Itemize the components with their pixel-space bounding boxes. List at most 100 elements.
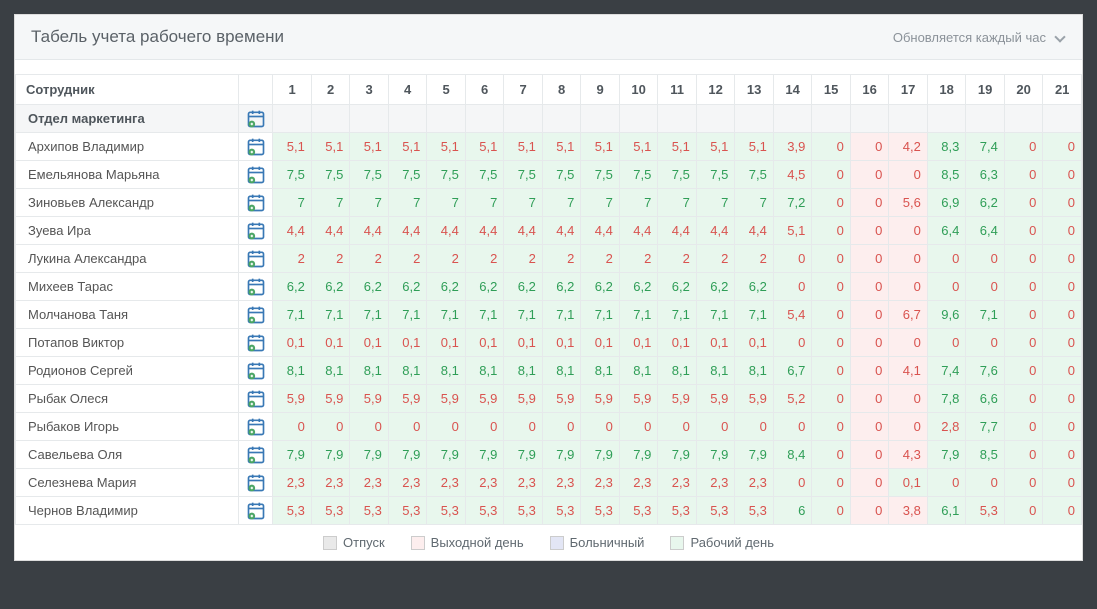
hours-cell[interactable]: 0 [1043, 497, 1082, 525]
col-day-4[interactable]: 4 [388, 75, 427, 105]
employee-calendar-button[interactable] [238, 497, 272, 525]
hours-cell[interactable]: 0 [773, 245, 812, 273]
hours-cell[interactable]: 6,7 [889, 301, 928, 329]
hours-cell[interactable]: 7,5 [427, 161, 466, 189]
hours-cell[interactable]: 5,3 [273, 497, 312, 525]
hours-cell[interactable]: 8,3 [927, 133, 966, 161]
hours-cell[interactable]: 4,4 [388, 217, 427, 245]
hours-cell[interactable]: 2,3 [273, 469, 312, 497]
hours-cell[interactable]: 9,6 [927, 301, 966, 329]
hours-cell[interactable]: 8,1 [350, 357, 389, 385]
hours-cell[interactable]: 0 [1043, 441, 1082, 469]
employee-name[interactable]: Рыбаков Игорь [16, 413, 239, 441]
hours-cell[interactable]: 7 [427, 189, 466, 217]
col-day-8[interactable]: 8 [542, 75, 581, 105]
hours-cell[interactable]: 7,9 [542, 441, 581, 469]
hours-cell[interactable]: 0 [465, 413, 504, 441]
hours-cell[interactable]: 4,3 [889, 441, 928, 469]
hours-cell[interactable]: 7,1 [696, 301, 735, 329]
hours-cell[interactable]: 0 [1004, 273, 1043, 301]
hours-cell[interactable]: 2,3 [427, 469, 466, 497]
hours-cell[interactable]: 5,1 [619, 133, 658, 161]
employee-name[interactable]: Потапов Виктор [16, 329, 239, 357]
hours-cell[interactable]: 5,1 [311, 133, 350, 161]
hours-cell[interactable]: 2,3 [542, 469, 581, 497]
hours-cell[interactable]: 0 [1043, 245, 1082, 273]
employee-calendar-button[interactable] [238, 357, 272, 385]
hours-cell[interactable]: 5,9 [619, 385, 658, 413]
hours-cell[interactable]: 7 [619, 189, 658, 217]
hours-cell[interactable]: 5,1 [542, 133, 581, 161]
hours-cell[interactable]: 2 [388, 245, 427, 273]
hours-cell[interactable]: 7 [388, 189, 427, 217]
col-day-15[interactable]: 15 [812, 75, 851, 105]
hours-cell[interactable]: 0,1 [427, 329, 466, 357]
hours-cell[interactable]: 4,4 [273, 217, 312, 245]
hours-cell[interactable]: 0,1 [273, 329, 312, 357]
hours-cell[interactable]: 7,9 [465, 441, 504, 469]
hours-cell[interactable]: 5,3 [581, 497, 620, 525]
hours-cell[interactable]: 7,1 [273, 301, 312, 329]
hours-cell[interactable]: 7,1 [311, 301, 350, 329]
hours-cell[interactable]: 0 [812, 441, 851, 469]
hours-cell[interactable]: 7,1 [735, 301, 774, 329]
employee-name[interactable]: Савельева Оля [16, 441, 239, 469]
employee-name[interactable]: Чернов Владимир [16, 497, 239, 525]
hours-cell[interactable]: 0 [1004, 329, 1043, 357]
hours-cell[interactable]: 0 [1043, 413, 1082, 441]
hours-cell[interactable]: 0 [889, 217, 928, 245]
hours-cell[interactable]: 0 [850, 161, 889, 189]
col-day-16[interactable]: 16 [850, 75, 889, 105]
hours-cell[interactable]: 7,1 [465, 301, 504, 329]
hours-cell[interactable]: 7,9 [658, 441, 697, 469]
hours-cell[interactable]: 7,1 [504, 301, 543, 329]
hours-cell[interactable]: 2 [542, 245, 581, 273]
hours-cell[interactable]: 0,1 [889, 469, 928, 497]
hours-cell[interactable]: 0 [889, 245, 928, 273]
hours-cell[interactable]: 8,1 [619, 357, 658, 385]
hours-cell[interactable]: 0,1 [388, 329, 427, 357]
hours-cell[interactable]: 0 [966, 273, 1005, 301]
hours-cell[interactable]: 5,9 [504, 385, 543, 413]
hours-cell[interactable]: 0 [388, 413, 427, 441]
employee-name[interactable]: Емельянова Марьяна [16, 161, 239, 189]
hours-cell[interactable]: 0 [927, 469, 966, 497]
hours-cell[interactable]: 2,3 [504, 469, 543, 497]
hours-cell[interactable]: 0 [273, 413, 312, 441]
hours-cell[interactable]: 0 [427, 413, 466, 441]
employee-name[interactable]: Родионов Сергей [16, 357, 239, 385]
employee-calendar-button[interactable] [238, 385, 272, 413]
hours-cell[interactable]: 6,2 [696, 273, 735, 301]
col-day-12[interactable]: 12 [696, 75, 735, 105]
hours-cell[interactable]: 7,1 [427, 301, 466, 329]
col-day-3[interactable]: 3 [350, 75, 389, 105]
hours-cell[interactable]: 0 [1004, 497, 1043, 525]
hours-cell[interactable]: 0 [1043, 217, 1082, 245]
hours-cell[interactable]: 5,9 [427, 385, 466, 413]
hours-cell[interactable]: 0 [581, 413, 620, 441]
hours-cell[interactable]: 2 [696, 245, 735, 273]
hours-cell[interactable]: 5,3 [311, 497, 350, 525]
hours-cell[interactable]: 0 [812, 301, 851, 329]
employee-name[interactable]: Зиновьев Александр [16, 189, 239, 217]
hours-cell[interactable]: 0 [812, 189, 851, 217]
hours-cell[interactable]: 7,5 [465, 161, 504, 189]
hours-cell[interactable]: 4,4 [427, 217, 466, 245]
hours-cell[interactable]: 0 [812, 357, 851, 385]
hours-cell[interactable]: 5,1 [696, 133, 735, 161]
hours-cell[interactable]: 5,9 [581, 385, 620, 413]
hours-cell[interactable]: 0 [812, 161, 851, 189]
hours-cell[interactable]: 7 [311, 189, 350, 217]
employee-calendar-button[interactable] [238, 329, 272, 357]
hours-cell[interactable]: 5,3 [350, 497, 389, 525]
hours-cell[interactable]: 7,7 [966, 413, 1005, 441]
hours-cell[interactable]: 0 [1043, 357, 1082, 385]
hours-cell[interactable]: 0 [850, 301, 889, 329]
hours-cell[interactable]: 0 [773, 413, 812, 441]
hours-cell[interactable]: 5,3 [465, 497, 504, 525]
hours-cell[interactable]: 5,1 [581, 133, 620, 161]
hours-cell[interactable]: 7,9 [350, 441, 389, 469]
hours-cell[interactable]: 7 [581, 189, 620, 217]
hours-cell[interactable]: 7,5 [581, 161, 620, 189]
hours-cell[interactable]: 2 [504, 245, 543, 273]
